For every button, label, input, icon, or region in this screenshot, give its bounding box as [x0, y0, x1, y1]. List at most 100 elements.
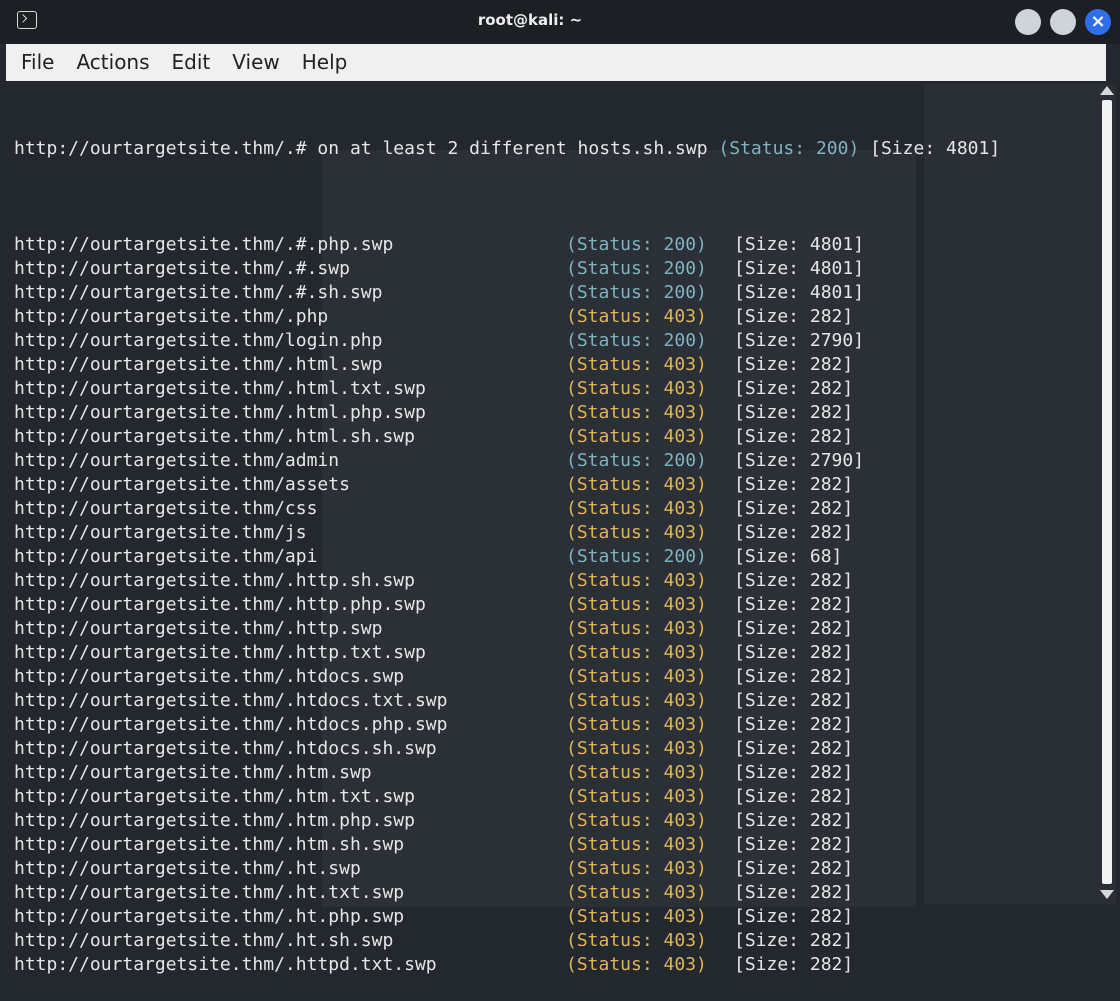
result-status: (Status: 403): [566, 882, 707, 903]
result-status: (Status: 403): [566, 642, 707, 663]
result-size: [Size: 282]: [734, 522, 854, 543]
result-row: http://ourtargetsite.thm/.http.sh.swp (St…: [14, 569, 1084, 593]
result-url: http://ourtargetsite.thm/.http.swp: [14, 618, 383, 639]
result-url: http://ourtargetsite.thm/js: [14, 522, 307, 543]
menu-edit[interactable]: Edit: [161, 44, 222, 81]
result-size: [Size: 282]: [734, 882, 854, 903]
result-status: (Status: 403): [566, 858, 707, 879]
result-size: [Size: 282]: [734, 618, 854, 639]
result-url: http://ourtargetsite.thm/.htdocs.txt.swp: [14, 690, 448, 711]
result-status: (Status: 200): [566, 258, 707, 279]
result-url: http://ourtargetsite.thm/.html.php.swp: [14, 402, 426, 423]
maximize-button[interactable]: [1050, 9, 1076, 35]
result-url: http://ourtargetsite.thm/.ht.sh.swp: [14, 930, 394, 951]
terminal-output[interactable]: http://ourtargetsite.thm/.# on at least …: [14, 89, 1084, 1001]
line-url: http://ourtargetsite.thm/.# on at least …: [14, 138, 719, 159]
result-status: (Status: 403): [566, 306, 707, 327]
menu-file[interactable]: File: [6, 44, 65, 81]
result-status: (Status: 403): [566, 474, 707, 495]
menu-help[interactable]: Help: [291, 44, 359, 81]
result-url: http://ourtargetsite.thm/css: [14, 498, 318, 519]
result-size: [Size: 282]: [734, 306, 854, 327]
result-size: [Size: 282]: [734, 954, 854, 975]
result-url: http://ourtargetsite.thm/.htdocs.swp: [14, 666, 405, 687]
title-bar: root@kali: ~ ×: [0, 0, 1120, 44]
result-row: http://ourtargetsite.thm/.ht.swp (Status:…: [14, 857, 1084, 881]
result-size: [Size: 2790]: [734, 450, 865, 471]
result-row: http://ourtargetsite.thm/.httpd.txt.swp (…: [14, 953, 1084, 977]
result-row: http://ourtargetsite.thm/.http.swp (Statu…: [14, 617, 1084, 641]
result-status: (Status: 403): [566, 834, 707, 855]
result-list: http://ourtargetsite.thm/.#.php.swp (Stat…: [14, 233, 1084, 977]
menu-view[interactable]: View: [221, 44, 290, 81]
result-row: http://ourtargetsite.thm/.htdocs.txt.swp…: [14, 689, 1084, 713]
result-url: http://ourtargetsite.thm/.http.txt.swp: [14, 642, 426, 663]
result-size: [Size: 282]: [734, 834, 854, 855]
result-size: [Size: 282]: [734, 810, 854, 831]
result-row: http://ourtargetsite.thm/.htm.swp (Status…: [14, 761, 1084, 785]
result-status: (Status: 403): [566, 426, 707, 447]
result-row: http://ourtargetsite.thm/.html.php.swp (S…: [14, 401, 1084, 425]
window-title: root@kali: ~: [477, 11, 583, 29]
result-size: [Size: 282]: [734, 474, 854, 495]
result-url: http://ourtargetsite.thm/.#.sh.swp: [14, 282, 383, 303]
result-status: (Status: 403): [566, 570, 707, 591]
result-url: http://ourtargetsite.thm/.htdocs.sh.swp: [14, 738, 437, 759]
result-size: [Size: 282]: [734, 714, 854, 735]
result-status: (Status: 403): [566, 906, 707, 927]
result-size: [Size: 282]: [734, 594, 854, 615]
result-url: http://ourtargetsite.thm/.php: [14, 306, 329, 327]
result-size: [Size: 282]: [734, 858, 854, 879]
scroll-up-arrow-icon[interactable]: [1100, 86, 1114, 95]
result-url: http://ourtargetsite.thm/.httpd.txt.swp: [14, 954, 437, 975]
line-size: [Size: 4801]: [859, 138, 1001, 159]
result-url: http://ourtargetsite.thm/.#.php.swp: [14, 234, 394, 255]
result-status: (Status: 403): [566, 666, 707, 687]
scroll-down-arrow-icon[interactable]: [1100, 890, 1114, 899]
result-size: [Size: 4801]: [734, 234, 865, 255]
result-url: http://ourtargetsite.thm/api: [14, 546, 318, 567]
result-status: (Status: 403): [566, 378, 707, 399]
result-url: http://ourtargetsite.thm/.html.swp: [14, 354, 383, 375]
result-row: http://ourtargetsite.thm/.ht.txt.swp (Sta…: [14, 881, 1084, 905]
line-status: (Status: 200): [718, 138, 860, 159]
result-row: http://ourtargetsite.thm/.htdocs.php.swp…: [14, 713, 1084, 737]
result-size: [Size: 282]: [734, 666, 854, 687]
result-row: http://ourtargetsite.thm/.htdocs.swp (Sta…: [14, 665, 1084, 689]
result-status: (Status: 200): [566, 546, 707, 567]
result-url: http://ourtargetsite.thm/.htm.swp: [14, 762, 372, 783]
result-status: (Status: 403): [566, 762, 707, 783]
result-size: [Size: 282]: [734, 354, 854, 375]
result-row: http://ourtargetsite.thm/.#.php.swp (Stat…: [14, 233, 1084, 257]
result-row: http://ourtargetsite.thm/.htm.php.swp (St…: [14, 809, 1084, 833]
result-size: [Size: 68]: [734, 546, 843, 567]
result-size: [Size: 282]: [734, 570, 854, 591]
result-url: http://ourtargetsite.thm/.htdocs.php.swp: [14, 714, 448, 735]
result-row: http://ourtargetsite.thm/.htdocs.sh.swp (…: [14, 737, 1084, 761]
result-size: [Size: 282]: [734, 642, 854, 663]
minimize-button[interactable]: [1015, 9, 1041, 35]
result-size: [Size: 282]: [734, 738, 854, 759]
terminal-line-first: http://ourtargetsite.thm/.# on at least …: [14, 137, 1086, 185]
result-url: http://ourtargetsite.thm/assets: [14, 474, 350, 495]
result-size: [Size: 282]: [734, 762, 854, 783]
scrollbar-thumb[interactable]: [1102, 100, 1112, 884]
result-status: (Status: 403): [566, 738, 707, 759]
result-size: [Size: 4801]: [734, 282, 865, 303]
result-status: (Status: 200): [566, 450, 707, 471]
result-status: (Status: 403): [566, 402, 707, 423]
result-row: http://ourtargetsite.thm/api (Status: 200…: [14, 545, 1084, 569]
close-button[interactable]: ×: [1085, 9, 1111, 35]
result-status: (Status: 403): [566, 594, 707, 615]
result-row: http://ourtargetsite.thm/.html.txt.swp (S…: [14, 377, 1084, 401]
result-status: (Status: 403): [566, 618, 707, 639]
menu-actions[interactable]: Actions: [65, 44, 160, 81]
result-row: http://ourtargetsite.thm/.http.txt.swp (S…: [14, 641, 1084, 665]
result-url: http://ourtargetsite.thm/admin: [14, 450, 340, 471]
result-status: (Status: 403): [566, 714, 707, 735]
result-row: http://ourtargetsite.thm/.#.sh.swp (Statu…: [14, 281, 1084, 305]
result-url: http://ourtargetsite.thm/.http.sh.swp: [14, 570, 415, 591]
result-row: http://ourtargetsite.thm/login.php (Statu…: [14, 329, 1084, 353]
result-url: http://ourtargetsite.thm/.ht.txt.swp: [14, 882, 405, 903]
result-url: http://ourtargetsite.thm/.htm.sh.swp: [14, 834, 405, 855]
